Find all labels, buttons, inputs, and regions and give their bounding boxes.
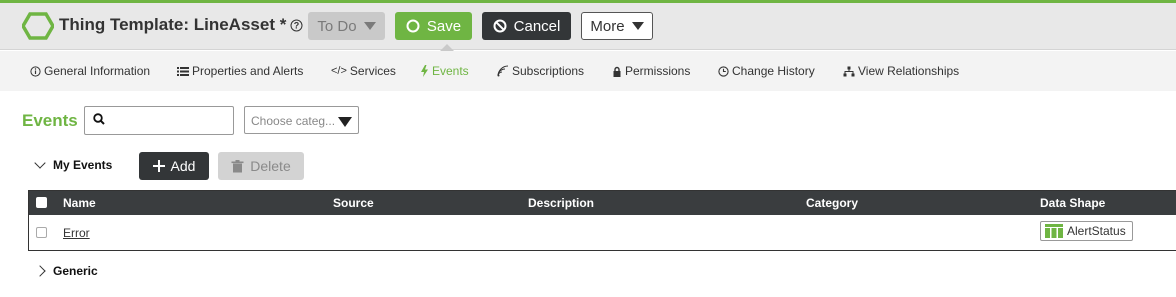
active-tab-pointer xyxy=(440,44,454,51)
data-shape-chip[interactable]: AlertStatus xyxy=(1040,221,1133,241)
tab-properties-and-alerts[interactable]: Properties and Alerts xyxy=(177,64,303,78)
category-placeholder: Choose categ... xyxy=(251,114,336,128)
search-icon xyxy=(93,113,105,125)
tab-permissions[interactable]: Permissions xyxy=(612,64,690,78)
select-all-checkbox[interactable] xyxy=(36,197,47,208)
tab-label: Events xyxy=(432,64,469,78)
chevron-down-icon xyxy=(34,157,46,169)
code-icon: </> xyxy=(331,65,347,77)
svg-text:?: ? xyxy=(294,20,300,30)
todo-dropdown-button[interactable]: To Do xyxy=(308,12,385,40)
more-dropdown-button[interactable]: More xyxy=(581,12,653,40)
my-events-toggle[interactable]: My Events xyxy=(34,157,113,172)
signal-icon xyxy=(497,65,509,77)
list-icon xyxy=(177,66,189,76)
save-label: Save xyxy=(426,17,462,35)
tab-label: Properties and Alerts xyxy=(192,64,304,78)
plus-icon xyxy=(152,160,165,172)
question-circle-icon[interactable]: ? xyxy=(290,19,303,32)
page-title: Thing Template: LineAsset * ? xyxy=(59,15,303,35)
row-checkbox[interactable] xyxy=(36,227,47,238)
table-header: Name Source Description Category Data Sh… xyxy=(29,191,1176,215)
events-table: Name Source Description Category Data Sh… xyxy=(28,190,1176,251)
my-events-label: My Events xyxy=(53,158,113,172)
title-text: Thing Template: LineAsset * xyxy=(59,15,287,34)
thingworx-logo-icon xyxy=(22,12,54,40)
lightning-icon xyxy=(421,65,428,77)
column-header-name[interactable]: Name xyxy=(63,196,96,210)
cancel-label: Cancel xyxy=(513,17,561,35)
add-label: Add xyxy=(170,158,196,174)
category-select[interactable]: Choose categ... xyxy=(244,106,359,134)
search-input[interactable] xyxy=(84,106,234,135)
tab-label: Services xyxy=(349,64,396,78)
generic-label: Generic xyxy=(53,264,98,278)
clock-icon xyxy=(718,65,729,77)
generic-toggle[interactable]: Generic xyxy=(34,264,98,278)
trash-icon xyxy=(231,159,244,172)
cancel-button[interactable]: Cancel xyxy=(482,12,571,40)
events-heading: Events xyxy=(22,111,78,130)
data-shape-icon xyxy=(1045,224,1063,238)
tab-label: General Information xyxy=(44,64,151,78)
column-header-source[interactable]: Source xyxy=(333,196,374,210)
tab-label: Change History xyxy=(732,64,815,78)
delete-event-button[interactable]: Delete xyxy=(218,152,304,180)
tab-change-history[interactable]: Change History xyxy=(718,64,815,78)
data-shape-label: AlertStatus xyxy=(1067,224,1126,238)
tab-general-information[interactable]: General Information xyxy=(30,64,150,78)
caret-down-icon xyxy=(363,22,376,30)
tab-bar: General Information Properties and Alert… xyxy=(0,51,1176,91)
event-name-link[interactable]: Error xyxy=(63,226,90,240)
ban-icon xyxy=(493,19,507,33)
tab-label: Permissions xyxy=(625,64,691,78)
chevron-right-icon xyxy=(34,265,46,277)
tab-label: View Relationships xyxy=(858,64,960,78)
delete-label: Delete xyxy=(250,158,291,174)
column-header-data-shape[interactable]: Data Shape xyxy=(1040,196,1105,210)
column-header-description[interactable]: Description xyxy=(528,196,594,210)
more-label: More xyxy=(590,17,625,35)
todo-label: To Do xyxy=(317,17,357,35)
lock-icon xyxy=(613,66,621,77)
add-event-button[interactable]: Add xyxy=(139,152,209,180)
save-button[interactable]: Save xyxy=(395,12,472,40)
tab-view-relationships[interactable]: View Relationships xyxy=(843,64,959,78)
info-circle-icon xyxy=(30,65,41,77)
tab-services[interactable]: </> Services xyxy=(331,64,396,78)
tab-label: Subscriptions xyxy=(512,64,585,78)
circle-icon xyxy=(406,19,420,33)
header-bar: Thing Template: LineAsset * ? To Do Save… xyxy=(0,3,1176,50)
column-header-category[interactable]: Category xyxy=(806,196,858,210)
caret-down-icon xyxy=(631,22,644,30)
caret-down-icon xyxy=(338,117,352,127)
tab-subscriptions[interactable]: Subscriptions xyxy=(497,64,584,78)
hierarchy-icon xyxy=(843,66,855,76)
table-row[interactable]: Error AlertStatus xyxy=(29,215,1176,251)
tab-events[interactable]: Events xyxy=(420,64,469,78)
